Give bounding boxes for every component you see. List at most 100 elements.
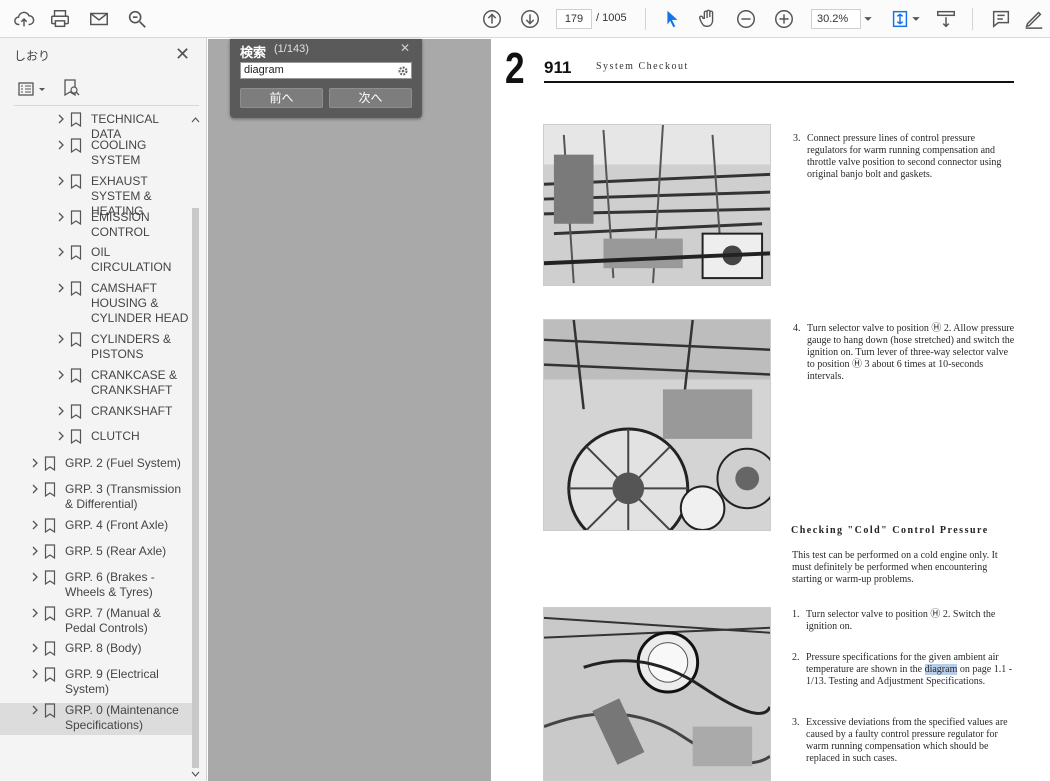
step-3b-text: 3. Excessive deviations from the specifi… bbox=[792, 717, 1008, 764]
scroll-up-icon[interactable] bbox=[191, 116, 200, 124]
bookmark-label: GRP. 8 (Body) bbox=[65, 641, 142, 655]
model-label: 911 bbox=[544, 58, 572, 77]
sign-icon[interactable] bbox=[1022, 7, 1046, 31]
fit-dropdown-icon[interactable] bbox=[910, 7, 922, 31]
chevron-right-icon[interactable] bbox=[56, 430, 66, 442]
bookmark-tree: DESCRIPTIONTECHNICAL DATACOOLING SYSTEME… bbox=[0, 110, 194, 775]
bookmark-toolbar bbox=[14, 78, 199, 106]
bookmark-item[interactable]: COOLING SYSTEM bbox=[0, 138, 194, 170]
bookmark-label: COOLING SYSTEM bbox=[91, 138, 147, 167]
step-2-text: 2. Pressure specifications for the given… bbox=[792, 652, 1013, 687]
chevron-right-icon[interactable] bbox=[56, 113, 66, 125]
chevron-right-icon[interactable] bbox=[30, 607, 40, 619]
close-icon[interactable]: ✕ bbox=[400, 41, 410, 55]
zoom-out-icon[interactable] bbox=[734, 7, 758, 31]
scroll-down-icon[interactable] bbox=[191, 770, 200, 778]
step-number: 1. bbox=[792, 609, 800, 620]
page-number-input[interactable]: 179 bbox=[556, 9, 592, 29]
bookmark-item[interactable]: CYLINDERS & PISTONS bbox=[0, 332, 194, 364]
chevron-right-icon[interactable] bbox=[30, 483, 40, 495]
bookmark-item[interactable]: OIL CIRCULATION bbox=[0, 245, 194, 277]
bookmark-icon bbox=[70, 281, 82, 296]
chevron-right-icon[interactable] bbox=[30, 571, 40, 583]
page-total: / 1005 bbox=[596, 12, 627, 24]
bookmark-icon bbox=[70, 429, 82, 444]
zoom-level-field[interactable]: 30.2% bbox=[811, 9, 861, 29]
chevron-right-icon[interactable] bbox=[56, 405, 66, 417]
options-menu-icon[interactable] bbox=[18, 81, 48, 97]
chevron-right-icon[interactable] bbox=[30, 642, 40, 654]
print-icon[interactable] bbox=[48, 7, 72, 31]
step-number: 3. bbox=[792, 717, 800, 728]
chevron-right-icon[interactable] bbox=[30, 457, 40, 469]
chevron-right-icon[interactable] bbox=[30, 519, 40, 531]
select-cursor-icon[interactable] bbox=[660, 7, 684, 31]
bookmark-item[interactable]: EXHAUST SYSTEM & HEATING bbox=[0, 174, 194, 218]
bookmark-item[interactable]: GRP. 0 (Maintenance Specifications) bbox=[0, 703, 194, 735]
find-panel: 検索 (1/143) ✕ diagram 前へ 次へ bbox=[230, 39, 422, 118]
bookmark-item[interactable]: GRP. 6 (Brakes - Wheels & Tyres) bbox=[0, 570, 194, 602]
find-title: 検索 bbox=[240, 45, 267, 60]
next-page-icon[interactable] bbox=[518, 7, 542, 31]
chevron-right-icon[interactable] bbox=[56, 175, 66, 187]
email-icon[interactable] bbox=[87, 7, 111, 31]
chevron-right-icon[interactable] bbox=[30, 668, 40, 680]
bookmark-icon bbox=[44, 456, 56, 471]
bookmark-label: GRP. 4 (Front Axle) bbox=[65, 518, 169, 532]
bookmark-item[interactable]: GRP. 9 (Electrical System) bbox=[0, 667, 194, 699]
fit-page-icon[interactable] bbox=[888, 7, 912, 31]
chevron-right-icon[interactable] bbox=[56, 246, 66, 258]
bookmark-item[interactable]: TECHNICAL DATA bbox=[0, 112, 194, 141]
chevron-right-icon[interactable] bbox=[56, 139, 66, 151]
step-1-text: 1. Turn selector valve to position Ⓗ 2. … bbox=[792, 609, 996, 632]
bookmark-item[interactable]: EMISSION CONTROL bbox=[0, 210, 194, 242]
fuel-distributor-photo bbox=[543, 319, 771, 531]
bookmark-search-icon[interactable] bbox=[62, 78, 80, 98]
bookmark-icon bbox=[44, 703, 56, 718]
bookmark-item[interactable]: CAMSHAFT HOUSING & CYLINDER HEAD bbox=[0, 281, 194, 328]
close-icon[interactable]: ✕ bbox=[175, 44, 190, 65]
chevron-right-icon[interactable] bbox=[56, 369, 66, 381]
find-next-button[interactable]: 次へ bbox=[329, 88, 412, 108]
zoom-in-icon[interactable] bbox=[772, 7, 796, 31]
prev-page-icon[interactable] bbox=[480, 7, 504, 31]
toolbar-divider bbox=[972, 8, 973, 30]
zoom-dropdown-icon[interactable] bbox=[862, 7, 874, 31]
bookmark-label: GRP. 5 (Rear Axle) bbox=[65, 544, 167, 558]
bookmark-item[interactable]: CLUTCH bbox=[0, 429, 194, 446]
gear-icon[interactable] bbox=[397, 65, 409, 77]
chevron-right-icon[interactable] bbox=[56, 333, 66, 345]
bookmark-item[interactable]: GRP. 7 (Manual & Pedal Controls) bbox=[0, 606, 194, 638]
bookmark-item[interactable]: GRP. 5 (Rear Axle) bbox=[0, 544, 194, 561]
find-previous-button[interactable]: 前へ bbox=[240, 88, 323, 108]
comment-icon[interactable] bbox=[989, 7, 1013, 31]
scroll-mode-icon[interactable] bbox=[934, 7, 958, 31]
bookmark-label: GRP. 6 (Brakes - Wheels & Tyres) bbox=[65, 570, 155, 599]
bookmarks-panel: しおり ✕ DESCRIPTIONTECHNICAL DATACOOLING S… bbox=[0, 38, 207, 781]
bookmark-item[interactable]: GRP. 8 (Body) bbox=[0, 641, 194, 658]
find-input[interactable]: diagram bbox=[240, 62, 412, 79]
search-icon[interactable] bbox=[125, 7, 149, 31]
bookmark-icon bbox=[70, 332, 82, 347]
chevron-right-icon[interactable] bbox=[56, 282, 66, 294]
bookmark-label: GRP. 9 (Electrical System) bbox=[65, 667, 159, 696]
chevron-right-icon[interactable] bbox=[56, 211, 66, 223]
bookmark-icon bbox=[44, 544, 56, 559]
bookmark-icon bbox=[70, 210, 82, 225]
cloud-upload-icon[interactable] bbox=[12, 7, 36, 31]
panel-title: しおり bbox=[14, 49, 51, 63]
hand-tool-icon[interactable] bbox=[696, 7, 720, 31]
chevron-right-icon[interactable] bbox=[30, 545, 40, 557]
bookmark-item[interactable]: GRP. 2 (Fuel System) bbox=[0, 456, 194, 473]
pressure-gauge-photo bbox=[543, 607, 771, 781]
cold-test-intro: This test can be performed on a cold eng… bbox=[792, 550, 998, 585]
bookmark-item[interactable]: GRP. 4 (Front Axle) bbox=[0, 518, 194, 535]
step-4-text: 4. Turn selector valve to position Ⓗ 2. … bbox=[793, 323, 1015, 382]
step-number: 3. bbox=[793, 133, 801, 144]
step-3-text: 3. Connect pressure lines of control pre… bbox=[793, 133, 1002, 180]
bookmark-item[interactable]: CRANKCASE & CRANKSHAFT bbox=[0, 368, 194, 400]
scrollbar-thumb[interactable] bbox=[192, 208, 199, 768]
bookmark-item[interactable]: CRANKSHAFT bbox=[0, 404, 194, 421]
chevron-right-icon[interactable] bbox=[30, 704, 40, 716]
bookmark-item[interactable]: GRP. 3 (Transmission & Differential) bbox=[0, 482, 194, 514]
